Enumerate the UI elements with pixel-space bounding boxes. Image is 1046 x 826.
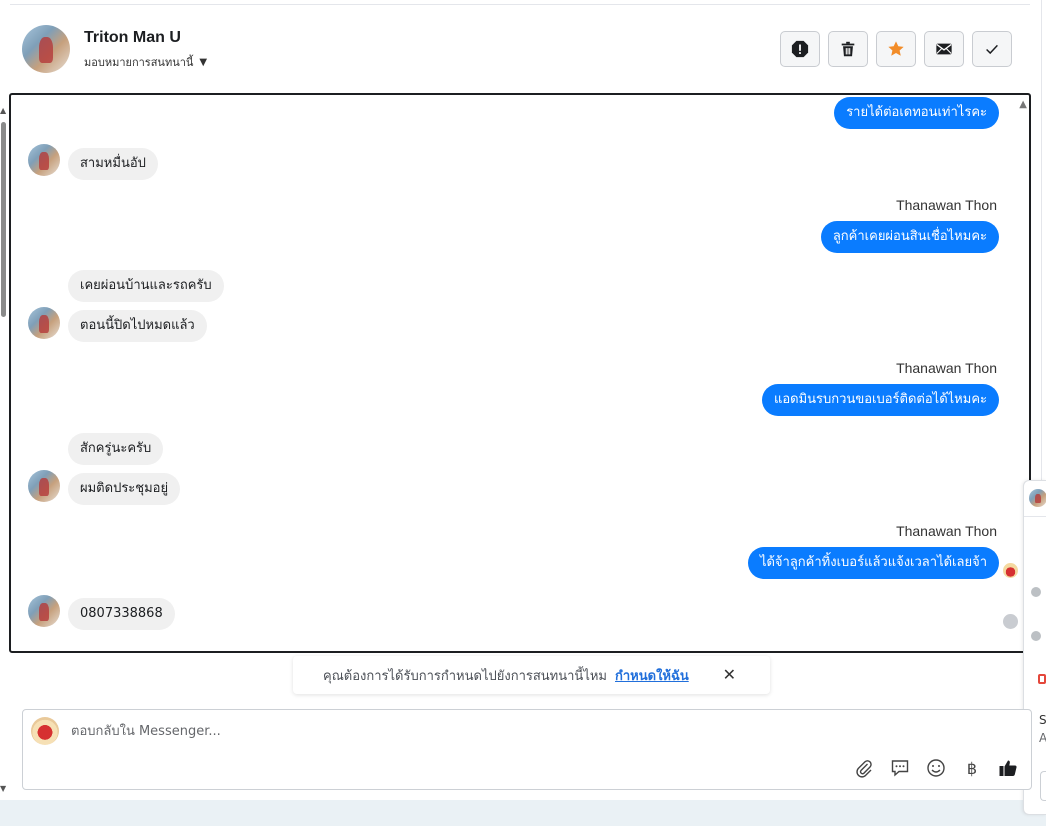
message-bubble-incoming[interactable]: เคยผ่อนบ้านและรถครับ bbox=[68, 270, 224, 302]
close-icon[interactable]: ✕ bbox=[723, 665, 736, 684]
message-thread[interactable]: ▲ รายได้ต่อเดทอนเท่าไรคะ สามหมื่นอัป Tha… bbox=[9, 93, 1031, 653]
scroll-down-arrow-icon[interactable]: ▼ bbox=[0, 784, 6, 793]
thread-scroll-up-icon[interactable]: ▲ bbox=[1019, 99, 1027, 110]
mark-spam-button[interactable] bbox=[780, 31, 820, 67]
checkmark-icon bbox=[986, 44, 998, 55]
seen-receipt-avatar bbox=[1003, 563, 1018, 578]
message-bubble-outgoing[interactable]: แอดมินรบกวนขอเบอร์ติดต่อได้ไหมคะ bbox=[761, 384, 999, 416]
message-bubble-outgoing[interactable]: รายได้ต่อเดทอนเท่าไรคะ bbox=[834, 97, 999, 129]
mini-avatar bbox=[1031, 631, 1041, 641]
assign-label: มอบหมายการสนทนานี้ bbox=[84, 56, 194, 69]
assign-conversation-dropdown[interactable]: มอบหมายการสนทนานี้ ▼ bbox=[84, 53, 207, 71]
contact-avatar-small bbox=[28, 307, 60, 339]
composer-toolbar: ฿ bbox=[853, 757, 1019, 779]
assign-prompt-banner: คุณต้องการได้รับการกำหนดไปยังการสนทนานี้… bbox=[293, 656, 770, 694]
message-bubble-incoming[interactable]: ผมติดประชุมอยู่ bbox=[68, 473, 181, 505]
baht-icon[interactable]: ฿ bbox=[961, 757, 983, 779]
conversation-header: Triton Man U มอบหมายการสนทนานี้ ▼ bbox=[10, 5, 1030, 93]
contact-avatar-small bbox=[28, 595, 60, 627]
conversation-actions bbox=[780, 31, 1012, 67]
chat-bubble-icon[interactable] bbox=[889, 757, 911, 779]
reply-input[interactable] bbox=[71, 720, 871, 742]
sender-name: Thanawan Thon bbox=[896, 360, 997, 376]
message-bubble-incoming[interactable]: ตอนนี้ปิดไปหมดแล้ว bbox=[68, 310, 207, 342]
contact-avatar[interactable] bbox=[22, 25, 70, 73]
side-panel-text: S bbox=[1039, 713, 1046, 727]
side-panel-avatar[interactable] bbox=[1029, 489, 1046, 507]
scroll-up-arrow-icon[interactable]: ▲ bbox=[0, 106, 6, 115]
assign-to-me-link[interactable]: กำหนดให้ฉัน bbox=[615, 665, 689, 686]
side-panel-button[interactable] bbox=[1040, 771, 1046, 801]
message-bubble-outgoing[interactable]: ได้จ้าลูกค้าทิ้งเบอร์แล้วแจ้งเวลาได้เลยจ… bbox=[747, 547, 999, 579]
paperclip-icon[interactable] bbox=[853, 757, 875, 779]
alert-icon bbox=[791, 40, 809, 58]
mark-unread-button[interactable] bbox=[924, 31, 964, 67]
page-avatar bbox=[31, 717, 59, 745]
page-scrollbar[interactable]: ▲ ▼ bbox=[0, 100, 7, 800]
star-icon bbox=[888, 41, 904, 56]
delete-button[interactable] bbox=[828, 31, 868, 67]
trash-icon bbox=[841, 41, 855, 57]
envelope-icon bbox=[936, 43, 952, 55]
star-button[interactable] bbox=[876, 31, 916, 67]
contact-name[interactable]: Triton Man U bbox=[84, 29, 181, 47]
emoji-icon[interactable] bbox=[925, 757, 947, 779]
contact-avatar-small bbox=[28, 144, 60, 176]
assign-prompt-text: คุณต้องการได้รับการกำหนดไปยังการสนทนานี้… bbox=[323, 668, 607, 684]
message-bubble-incoming[interactable]: สักครู่นะครับ bbox=[68, 433, 164, 465]
thumbs-up-icon[interactable] bbox=[997, 757, 1019, 779]
page-background-strip bbox=[0, 800, 1046, 826]
sender-name: Thanawan Thon bbox=[896, 197, 997, 213]
contact-avatar-small bbox=[28, 470, 60, 502]
scrollbar-thumb[interactable] bbox=[1, 122, 6, 317]
divider bbox=[1024, 516, 1046, 517]
seen-receipt-avatar bbox=[1003, 614, 1018, 629]
sender-name: Thanawan Thon bbox=[896, 523, 997, 539]
message-bubble-incoming[interactable]: 0807338868 bbox=[68, 598, 175, 630]
caret-down-icon: ▼ bbox=[199, 56, 208, 68]
reply-composer: ฿ bbox=[22, 709, 1032, 790]
message-bubble-outgoing[interactable]: ลูกค้าเคยผ่อนสินเชื่อไหมคะ bbox=[820, 221, 999, 253]
notes-icon[interactable] bbox=[1038, 674, 1046, 684]
mark-done-button[interactable] bbox=[972, 31, 1012, 67]
side-panel-subtext: A bbox=[1039, 731, 1046, 745]
message-bubble-incoming[interactable]: สามหมื่นอัป bbox=[68, 148, 158, 180]
mini-avatar bbox=[1031, 587, 1041, 597]
